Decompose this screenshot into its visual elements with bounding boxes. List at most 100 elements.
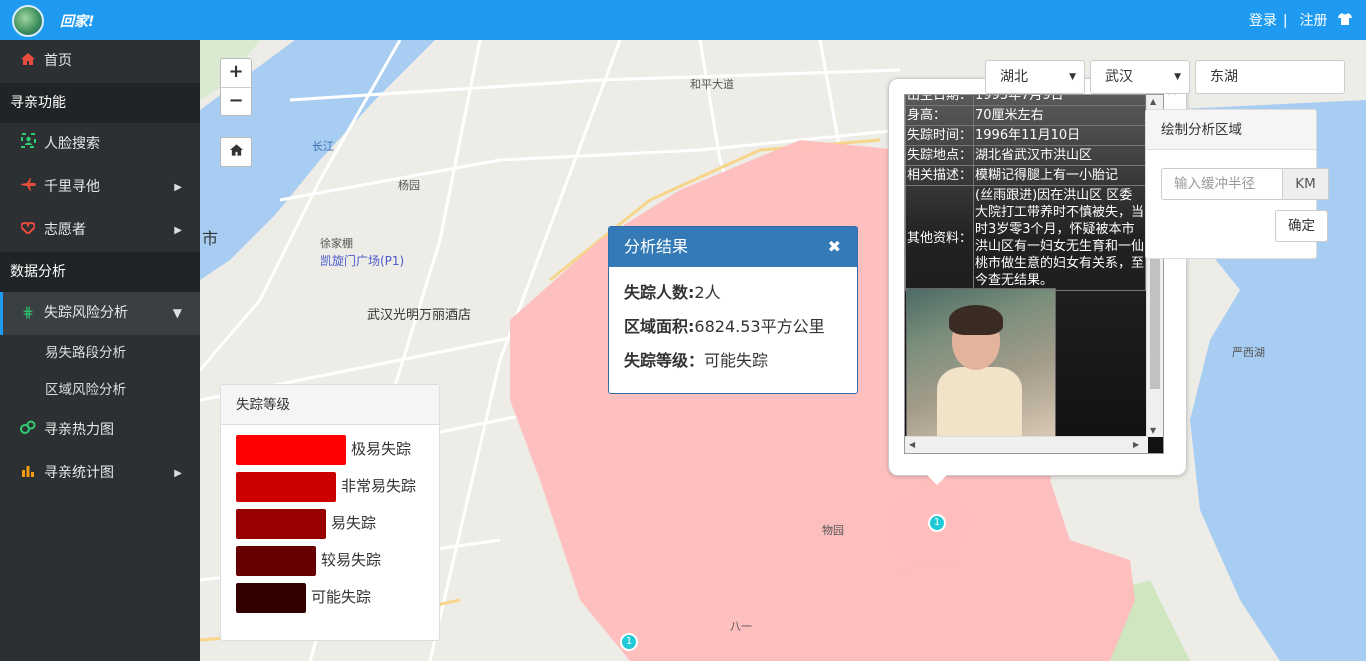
missing-level: 失踪等级：可能失踪 [624, 347, 842, 371]
info-key: 相关描述： [905, 165, 974, 186]
chevron-right-icon: ▶ [174, 182, 182, 193]
account-links: 登录 | 注册 [1243, 10, 1352, 30]
sidebar-item-home[interactable]: 首页 [0, 40, 200, 83]
map-view[interactable]: 市 凯旋门广场(P1) 武汉光明万丽酒店 长江 徐家棚 杨园 和平大道 严西湖 … [200, 40, 1366, 661]
horizontal-scrollbar[interactable]: ◀ ▶ [905, 436, 1148, 453]
legend-label: 非常易失踪 [341, 477, 417, 495]
info-key: 身高： [905, 105, 974, 126]
legend-row: 易失踪 [221, 504, 439, 541]
result-title: 分析结果 [624, 237, 689, 256]
sidebar-item-stats[interactable]: 寻亲统计图 ▶ [0, 452, 200, 495]
chevron-right-icon: ▶ [174, 225, 182, 236]
login-link[interactable]: 登录 [1249, 13, 1277, 29]
sidebar-item-heatmap[interactable]: 寻亲热力图 [0, 409, 200, 452]
zoom-control: + − [220, 58, 252, 116]
sidebar-item-label: 寻亲统计图 [44, 465, 114, 481]
zoom-out-button[interactable]: − [221, 87, 251, 115]
map-label-city: 市 [202, 229, 219, 248]
cluster-marker[interactable]: 1 [620, 633, 638, 651]
legend-row: 非常易失踪 [221, 467, 439, 504]
region-area: 区域面积:6824.53平方公里 [624, 313, 842, 337]
info-key: 其他资料： [905, 185, 974, 291]
person-info-scroll-area[interactable]: 出生日期： 1995年7月9日 身高： 70厘米左右 失踪时间： 1996年11月10… [904, 94, 1164, 454]
info-value: 1995年7月9日 [973, 95, 1146, 106]
info-value: 70厘米左右 [973, 105, 1146, 126]
legend-row: 极易失踪 [221, 430, 439, 467]
person-info-table: 出生日期： 1995年7月9日 身高： 70厘米左右 失踪时间： 1996年11月10… [905, 95, 1146, 291]
legend-row: 可能失踪 [221, 578, 439, 615]
sidebar-item-volunteer[interactable]: 志愿者 ▶ [0, 209, 200, 252]
info-key: 失踪时间： [905, 125, 974, 146]
draw-area-title: 绘制分析区域 [1146, 110, 1316, 150]
sidebar-section-search: 寻亲功能 [0, 83, 200, 123]
info-key: 出生日期： [905, 95, 974, 106]
sidebar-item-thousand-miles[interactable]: 千里寻他 ▶ [0, 166, 200, 209]
info-value: 模糊记得腿上有一小胎记 [973, 165, 1146, 186]
map-label-bayi: 八一 [730, 620, 752, 633]
home-extent-button[interactable] [220, 137, 252, 167]
legend-row: 较易失踪 [221, 541, 439, 578]
sidebar-section-analysis: 数据分析 [0, 252, 200, 292]
brand-name: 回家! [60, 14, 95, 30]
buffer-unit-label: KM [1282, 168, 1329, 200]
province-value: 湖北 [1000, 69, 1028, 85]
table-row: 失踪地点： 湖北省武汉市洪山区 [905, 145, 1146, 166]
scroll-left-icon[interactable]: ◀ [909, 440, 915, 449]
close-icon[interactable]: ✖ [828, 227, 841, 267]
scroll-down-icon[interactable]: ▼ [1150, 426, 1156, 435]
caret-down-icon: ▼ [1174, 72, 1181, 82]
table-row: 出生日期： 1995年7月9日 [905, 95, 1146, 106]
result-header: 分析结果 ✖ [609, 227, 857, 267]
map-label-yangyuan: 杨园 [398, 179, 420, 192]
region-area-label: 区域面积: [624, 317, 695, 336]
result-body: 失踪人数:2人 区域面积:6824.53平方公里 失踪等级：可能失踪 [609, 267, 857, 393]
legend-swatch [236, 546, 316, 576]
map-label-kaixuanmen: 凯旋门广场(P1) [320, 254, 405, 268]
region-area-value: 6824.53平方公里 [694, 317, 825, 336]
scroll-up-icon[interactable]: ▲ [1150, 97, 1156, 106]
legend-label: 可能失踪 [311, 588, 372, 606]
buffer-radius-input[interactable]: 输入缓冲半径 [1161, 168, 1283, 200]
cluster-marker[interactable]: 1 [928, 514, 946, 532]
sidebar-subitem-route[interactable]: 易失路段分析 [0, 335, 200, 372]
scroll-right-icon[interactable]: ▶ [1133, 440, 1139, 449]
missing-count-value: 2人 [694, 283, 721, 302]
top-bar: 回家! 登录 | 注册 [0, 0, 1366, 40]
province-select[interactable]: 湖北 ▼ [985, 60, 1085, 94]
legend-swatch [236, 583, 306, 613]
sidebar-subitem-area[interactable]: 区域风险分析 [0, 372, 200, 409]
info-value: 1996年11月10日 [973, 125, 1146, 146]
sidebar-item-label: 志愿者 [44, 222, 86, 238]
info-value: 湖北省武汉市洪山区 [973, 145, 1146, 166]
missing-count-label: 失踪人数: [624, 283, 695, 302]
sidebar-item-label: 千里寻他 [44, 179, 100, 195]
city-select[interactable]: 武汉 ▼ [1090, 60, 1190, 94]
legend-title: 失踪等级 [221, 385, 439, 425]
confirm-button[interactable]: 确定 [1275, 210, 1328, 242]
table-row: 相关描述： 模糊记得腿上有一小胎记 [905, 165, 1146, 186]
table-row: 身高： 70厘米左右 [905, 105, 1146, 126]
zoom-in-button[interactable]: + [221, 59, 251, 87]
register-link[interactable]: 注册 [1300, 13, 1328, 29]
shirt-icon[interactable] [1338, 13, 1352, 29]
map-label-yanxi: 严西湖 [1232, 346, 1265, 359]
map-label-changjiang: 长江 [312, 140, 334, 153]
home-icon [229, 144, 243, 156]
legend-swatch [236, 472, 336, 502]
chevron-right-icon: ▶ [174, 468, 182, 479]
info-value: (丝雨跟进)因在洪山区 区委大院打工带养时不慎被失，当时3岁零3个月，怀疑被本市… [973, 185, 1146, 291]
legend-swatch [236, 509, 326, 539]
legend-swatch [236, 435, 346, 465]
sidebar-item-missing-risk[interactable]: ⋕ 失踪风险分析 ▼ [0, 292, 200, 335]
missing-count: 失踪人数:2人 [624, 279, 842, 303]
map-label-heping: 和平大道 [690, 78, 734, 91]
bar-chart-icon [20, 452, 36, 495]
sidebar-item-label: 寻亲热力图 [44, 422, 114, 438]
map-label-gongyuan: 物园 [822, 524, 844, 537]
sidebar: 首页 寻亲功能 人脸搜索 千里寻他 ▶ 志愿者 ▶ 数据分析 ⋕ 失踪风险分析 … [0, 40, 200, 661]
sidebar-item-label: 首页 [44, 53, 72, 69]
district-input[interactable]: 东湖 [1195, 60, 1345, 94]
sidebar-item-face-search[interactable]: 人脸搜索 [0, 123, 200, 166]
missing-person-photo [906, 288, 1056, 439]
plane-icon [20, 166, 36, 209]
